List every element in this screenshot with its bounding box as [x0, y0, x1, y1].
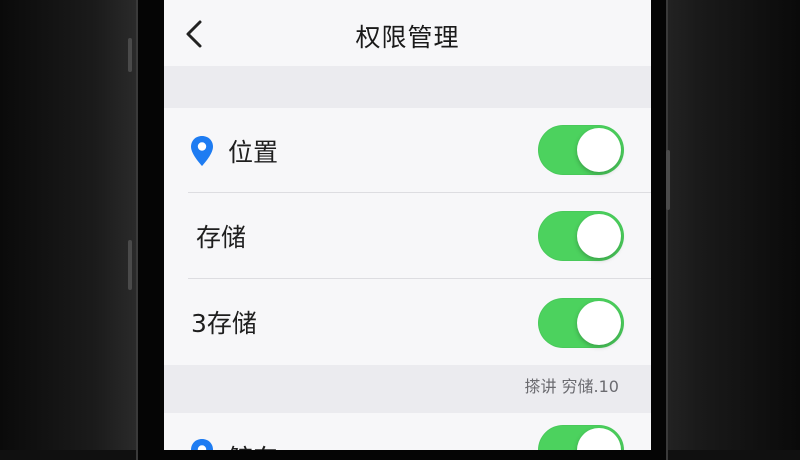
navigation-bar: 权限管理: [164, 0, 651, 66]
permission-row-partial[interactable]: 鲸东: [164, 413, 651, 450]
permission-label: 位置: [228, 137, 279, 167]
partial-row-toggle[interactable]: [538, 425, 624, 450]
page-title: 权限管理: [355, 23, 460, 52]
permission-row-location[interactable]: 位置: [164, 108, 651, 193]
permission-label: 鲸东: [228, 439, 278, 450]
location-pin-icon: [191, 439, 213, 450]
permission-row-storage[interactable]: 存储: [164, 193, 651, 279]
toggle-knob: [577, 128, 621, 172]
phone-side-button: [128, 240, 132, 290]
location-toggle[interactable]: [538, 125, 624, 175]
toggle-knob: [577, 301, 621, 345]
storage-toggle[interactable]: [538, 211, 624, 261]
background-left: [0, 0, 136, 450]
permission-label: 存储: [196, 223, 247, 252]
section-gap: [164, 66, 651, 108]
phone-screen: 权限管理 位置 存储 3存储 搽讲 穷储.10 鲸: [164, 0, 651, 450]
section-footnote: 搽讲 穷储.10: [524, 377, 619, 396]
phone-side-button: [128, 38, 132, 72]
storage-2-toggle[interactable]: [538, 298, 624, 348]
permission-row-storage-2[interactable]: 3存储: [164, 279, 651, 365]
toggle-knob: [577, 214, 621, 258]
location-pin-icon: [191, 136, 213, 166]
background-right: [654, 0, 800, 450]
phone-side-button: [666, 150, 670, 210]
permission-label: 3存储: [191, 309, 257, 338]
toggle-knob: [577, 428, 621, 450]
